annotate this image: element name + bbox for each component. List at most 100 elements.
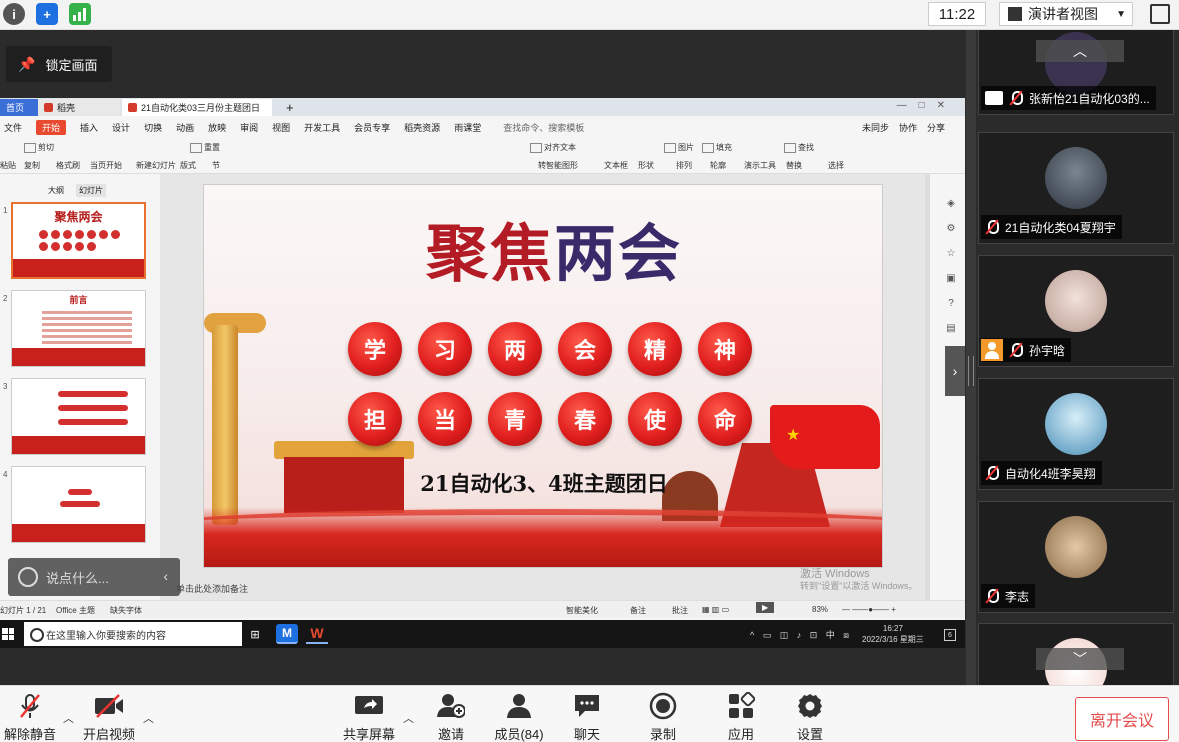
ribbon-find[interactable]: 查找 (784, 142, 814, 153)
ribbon-layout[interactable]: 版式 (180, 160, 196, 171)
ribbon-replace[interactable]: 替换 (786, 160, 802, 171)
view-mode-icons[interactable]: ▦ ▥ ▭ (702, 605, 729, 614)
wps-icon[interactable]: W (306, 624, 328, 644)
ribbon-section[interactable]: 节 (212, 160, 220, 171)
info-icon[interactable]: i (3, 3, 25, 25)
menu-rain-classroom[interactable]: 雨课堂 (454, 121, 481, 134)
zoom-slider[interactable]: — ——●—— + (842, 605, 896, 614)
menu-file[interactable]: 文件 (4, 121, 22, 134)
comment-input[interactable]: 说点什么... ‹ (8, 558, 180, 596)
tool-icon[interactable]: ⚙ (940, 223, 962, 234)
tool-icon[interactable]: ▣ (940, 273, 962, 284)
menu-developer[interactable]: 开发工具 (304, 121, 340, 134)
collab-button[interactable]: 协作 (899, 121, 917, 134)
menu-start[interactable]: 开始 (36, 119, 67, 135)
ribbon-smart-art[interactable]: 转智能图形 (538, 160, 578, 171)
security-shield-icon[interactable]: + (36, 3, 58, 25)
settings-button[interactable]: 设置 (793, 692, 827, 742)
lock-screen-button[interactable]: 📌 锁定画面 (6, 46, 112, 82)
menu-search[interactable]: 查找命令、搜索模板 (503, 121, 584, 134)
panel-divider[interactable] (966, 30, 976, 685)
windows-start-icon[interactable] (2, 628, 14, 640)
chat-button[interactable]: 聊天 (570, 692, 604, 742)
slide-thumbnail-2[interactable]: 前言 (11, 290, 146, 367)
share-doc-button[interactable]: 分享 (927, 121, 945, 134)
menu-resources[interactable]: 稻壳资源 (404, 121, 440, 134)
notification-badge[interactable]: 6 (944, 629, 956, 641)
tool-icon[interactable]: ☆ (940, 248, 962, 259)
tab-outline[interactable]: 大纲 (48, 185, 64, 196)
slide-thumbnail-3[interactable] (11, 378, 146, 455)
ime-indicator[interactable]: 中 (826, 630, 838, 640)
current-slide[interactable]: ★ 聚焦两会 学 习 两 会 精 神 担 当 青 春 使 命 21自动化3、4班… (203, 184, 883, 568)
menu-transition[interactable]: 切换 (144, 121, 162, 134)
taskbar-search-input[interactable]: 在这里输入你要搜索的内容 (24, 622, 242, 646)
start-video-button[interactable]: 开启视频 (80, 692, 138, 742)
chevron-left-icon[interactable]: ‹ (163, 568, 168, 584)
sync-status[interactable]: 未同步 (862, 121, 889, 134)
apps-button[interactable]: 应用 (724, 692, 758, 742)
ribbon-presentation-tools[interactable]: 演示工具 (744, 160, 776, 171)
ribbon-reset[interactable]: 重置 (190, 142, 220, 153)
view-mode-dropdown[interactable]: 演讲者视图 ▼ (999, 2, 1133, 26)
menu-slideshow[interactable]: 放映 (208, 121, 226, 134)
ribbon-paste[interactable]: 粘贴 (0, 160, 16, 171)
menu-design[interactable]: 设计 (112, 121, 130, 134)
new-tab-button[interactable]: + (280, 99, 300, 116)
emoji-icon[interactable] (18, 567, 38, 587)
tab-straw[interactable]: 稻壳 (38, 99, 120, 116)
ribbon-new-slide[interactable]: 新建幻灯片 (136, 160, 176, 171)
participant-card[interactable]: 自动化4班李昊翔 (978, 378, 1174, 490)
slide-scrollbar[interactable] (925, 174, 930, 614)
ribbon-textbox[interactable]: 文本框 (604, 160, 628, 171)
ribbon-copy[interactable]: 复制 (24, 160, 40, 171)
task-view-icon[interactable]: ⊞ (244, 624, 266, 644)
ribbon-picture[interactable]: 图片 (664, 142, 694, 153)
slide-thumbnail-4[interactable] (11, 466, 146, 543)
participant-card[interactable]: 21自动化类04夏翔宇 (978, 132, 1174, 244)
tab-document[interactable]: 21自动化类03三月份主题团日 (122, 99, 272, 116)
ribbon-arrange[interactable]: 排列 (676, 160, 692, 171)
ribbon-cut[interactable]: 剪切 (24, 142, 54, 153)
members-button[interactable]: 成员(84) (490, 692, 548, 742)
chevron-up-icon[interactable]: ︿ (403, 710, 414, 726)
ribbon-shape[interactable]: 形状 (638, 160, 654, 171)
tencent-meeting-icon[interactable]: M (276, 624, 298, 644)
network-signal-icon[interactable] (69, 3, 91, 25)
tab-home[interactable]: 首页 (0, 99, 38, 116)
tab-slides[interactable]: 幻灯片 (76, 184, 106, 197)
missing-font[interactable]: 缺失字体 (110, 605, 142, 616)
ribbon-fill[interactable]: 填充 (702, 142, 732, 153)
system-tray[interactable]: ^ ▭ ◫ ♪ ⊡ 中 ⧈ (750, 628, 852, 641)
fullscreen-icon[interactable] (1150, 4, 1170, 24)
tool-icon[interactable]: ▤ (940, 323, 962, 334)
notes-toggle[interactable]: 备注 (630, 605, 646, 616)
window-controls[interactable]: —□✕ (897, 100, 957, 111)
play-slideshow-icon[interactable]: ▶ (756, 602, 775, 613)
menu-animation[interactable]: 动画 (176, 121, 194, 134)
ribbon-select[interactable]: 选择 (828, 160, 844, 171)
unmute-button[interactable]: 解除静音 (2, 692, 58, 742)
taskbar-clock[interactable]: 16:27 2022/3/16 星期三 (862, 623, 924, 645)
participant-card[interactable]: 孙宇晗 (978, 255, 1174, 367)
share-screen-button[interactable]: 共享屏幕 (340, 692, 398, 742)
participant-card[interactable]: 李志 (978, 501, 1174, 613)
smart-beautify[interactable]: 智能美化 (566, 605, 598, 616)
drag-handle[interactable] (968, 356, 974, 386)
record-button[interactable]: 录制 (646, 692, 680, 742)
comment-toggle[interactable]: 批注 (672, 605, 688, 616)
menu-insert[interactable]: 插入 (80, 121, 98, 134)
menu-member[interactable]: 会员专享 (354, 121, 390, 134)
help-icon[interactable]: ? (940, 298, 962, 309)
chevron-up-icon[interactable]: ︿ (63, 710, 74, 726)
slide-thumbnail-1[interactable]: 聚焦两会 (11, 202, 146, 279)
tool-icon[interactable]: ◈ (940, 198, 962, 209)
chevron-up-icon[interactable]: ︿ (143, 710, 154, 726)
ribbon-format-painter[interactable]: 格式刷 (56, 160, 80, 171)
scroll-up-chevron-icon[interactable]: ︿ (1036, 40, 1124, 62)
leave-meeting-button[interactable]: 离开会议 (1075, 697, 1169, 741)
ribbon-align-text[interactable]: 对齐文本 (530, 142, 576, 153)
menu-view[interactable]: 视图 (272, 121, 290, 134)
chevron-right-icon[interactable]: › (945, 346, 965, 396)
scroll-down-chevron-icon[interactable]: ﹀ (1036, 648, 1124, 670)
